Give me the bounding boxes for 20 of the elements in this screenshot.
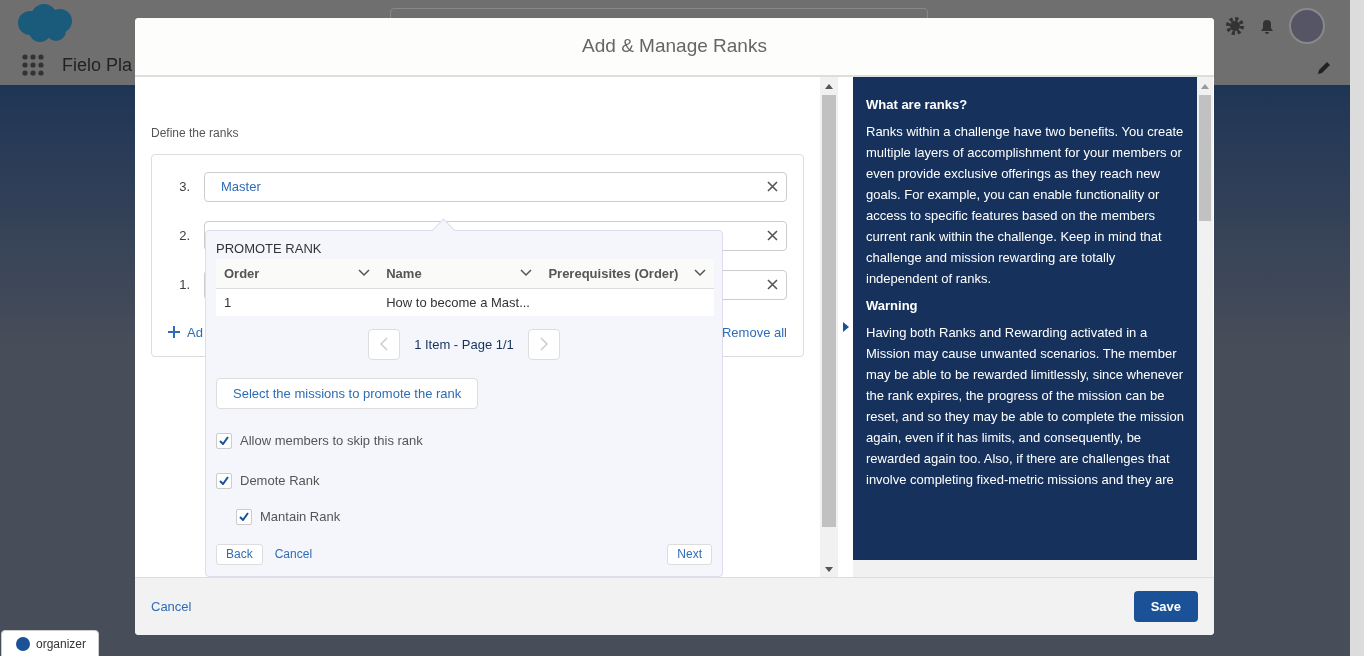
checkbox-label: Allow members to skip this rank <box>240 433 423 448</box>
checkbox-label: Demote Rank <box>240 473 320 488</box>
modal-title: Add & Manage Ranks <box>582 35 767 58</box>
column-header: Prerequisites (Order) <box>548 265 679 281</box>
pagination-text: 1 Item - Page 1/1 <box>414 336 514 352</box>
table-cell: How to become a Mast... <box>378 288 541 316</box>
help-text: Having both Ranks and Rewarding activated in a Mission may cause unwanted scenarios. The member may be able to be rewarded limitlessly, since whenever the rank expires, the progress of the mission can be reset, and so they may be able to complete the mission again, even if it has limits, and consequently, be rewarded again too. Also, if there are challenges that involve completing fixed-metric missions and they are <box>866 323 1184 489</box>
column-header: Order <box>224 265 260 281</box>
table-cell: 1 <box>216 288 379 316</box>
app-name: Fielo Pla <box>62 54 133 76</box>
rank-number: 2. <box>178 228 190 243</box>
help-heading: What are ranks? <box>866 96 969 112</box>
column-header: Name <box>386 265 422 281</box>
section-label: Define the ranks <box>151 125 239 140</box>
help-text: Ranks within a challenge have two benefits. You create multiple layers of accomplishment for your members or even provide exclusive offerings as they reach new goals. For example, you can enable functionality or access to specific features based on the members current rank within the challenge. Keep in mind that challenge and mission rewarding are totally independent of ranks. <box>866 122 1184 288</box>
rank-number: 1. <box>178 277 190 292</box>
help-heading: Warning <box>866 297 919 313</box>
rank-number: 3. <box>178 179 190 194</box>
popover-title: PROMOTE RANK <box>216 240 322 256</box>
checkbox-label: Mantain Rank <box>260 509 341 524</box>
